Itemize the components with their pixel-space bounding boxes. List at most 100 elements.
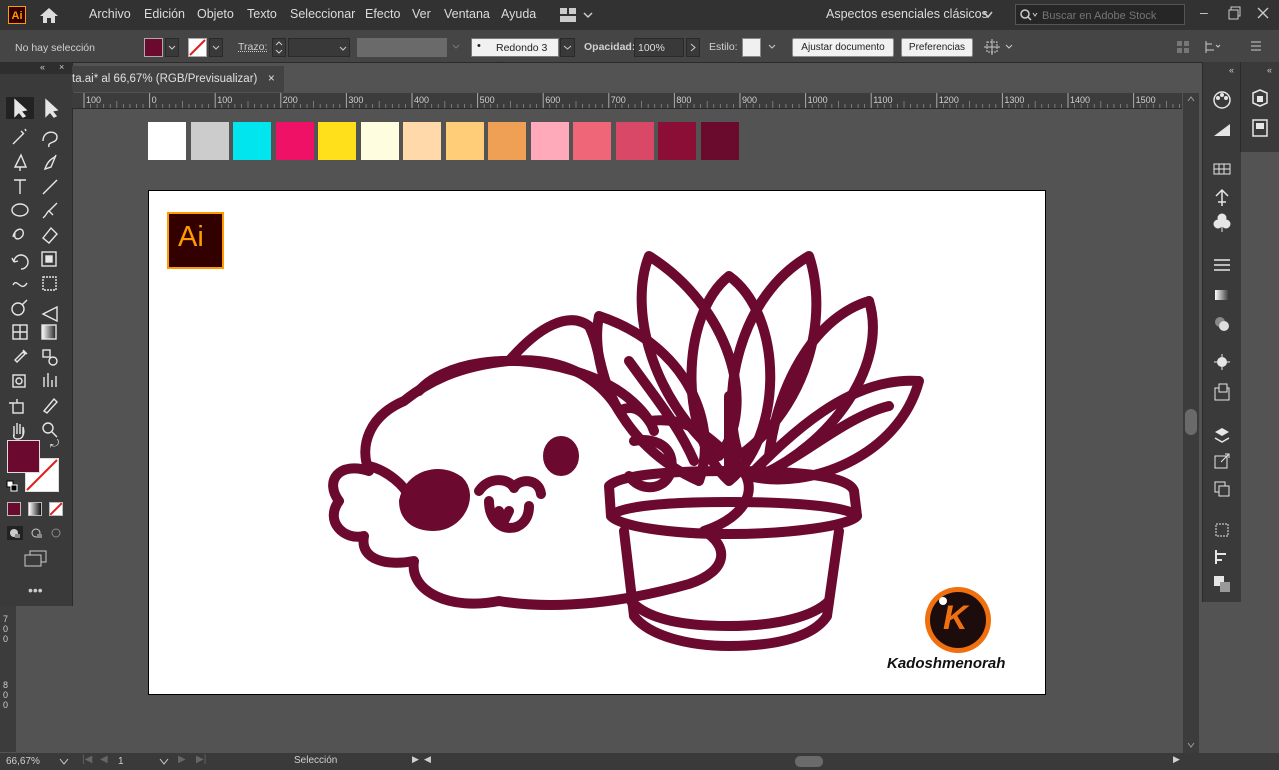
- stroke-label[interactable]: Trazo:: [238, 41, 267, 53]
- scroll-down-icon[interactable]: [1186, 741, 1196, 749]
- chevron-down-icon[interactable]: [766, 40, 778, 54]
- default-colors-icon[interactable]: [6, 480, 18, 492]
- home-icon[interactable]: [38, 6, 60, 24]
- scroll-left-icon[interactable]: ◀: [424, 754, 431, 765]
- graphic-style-swatch[interactable]: [742, 38, 761, 57]
- next-page-icon[interactable]: ▶: [178, 754, 186, 765]
- chevron-down-icon[interactable]: [158, 757, 170, 767]
- minimize-icon[interactable]: –: [1200, 4, 1208, 20]
- stroke-weight-input[interactable]: [288, 38, 350, 57]
- menu-texto[interactable]: Texto: [247, 7, 277, 21]
- color-swatch[interactable]: [360, 122, 399, 160]
- gradient-mode-button[interactable]: [28, 502, 42, 516]
- artboard[interactable]: Ai K Kadoshmenorah: [148, 190, 1046, 695]
- chevron-down-icon[interactable]: [58, 757, 70, 767]
- prev-page-icon[interactable]: ◀: [100, 754, 108, 765]
- ai-logo-text: Ai: [178, 221, 204, 253]
- page-input[interactable]: 1: [116, 755, 156, 769]
- stock-search-input[interactable]: [1040, 7, 1184, 24]
- close-window-icon[interactable]: [1256, 6, 1270, 20]
- scroll-right-icon[interactable]: ▶: [1173, 754, 1180, 765]
- color-swatch[interactable]: [445, 122, 484, 160]
- close-tab-icon[interactable]: ×: [268, 66, 275, 92]
- watermark-letter: K: [943, 599, 968, 637]
- expand-panel-icon[interactable]: «: [1267, 65, 1272, 75]
- menu-ver[interactable]: Ver: [412, 7, 431, 21]
- vruler-tick: 0: [3, 634, 9, 644]
- stroke-dropdown[interactable]: [209, 38, 223, 57]
- collapse-icon[interactable]: «: [40, 62, 45, 72]
- opacity-value: 100%: [638, 42, 665, 54]
- artwork-illustration[interactable]: [309, 216, 949, 656]
- properties-icon[interactable]: [1250, 118, 1270, 138]
- vertical-ruler[interactable]: 7 0 0 8 0 0: [0, 606, 16, 752]
- vertical-scrollbar[interactable]: [1183, 93, 1199, 753]
- color-swatch[interactable]: [233, 122, 271, 160]
- status-menu-icon[interactable]: ▶: [412, 754, 419, 765]
- last-page-icon[interactable]: ▶|: [196, 754, 206, 765]
- opacity-arrow[interactable]: [686, 38, 700, 57]
- color-swatch[interactable]: [615, 122, 654, 160]
- toolbar-header[interactable]: « ×: [0, 62, 72, 74]
- isolate-icon[interactable]: [1204, 40, 1222, 54]
- opacity-label[interactable]: Opacidad:: [584, 41, 635, 53]
- watermark-text: Kadoshmenorah: [887, 655, 1006, 672]
- menu-seleccionar[interactable]: Seleccionar: [290, 7, 355, 21]
- scroll-up-icon[interactable]: [1186, 95, 1196, 103]
- color-swatch[interactable]: [148, 122, 186, 160]
- transform-icon[interactable]: [984, 38, 1018, 56]
- color-swatch[interactable]: [573, 122, 611, 160]
- document-tab[interactable]: ta.ai* al 66,67% (RGB/Previsualizar) ×: [72, 66, 284, 92]
- brush-dropdown[interactable]: [560, 38, 575, 57]
- close-panel-icon[interactable]: ×: [59, 62, 64, 72]
- stroke-color-swatch[interactable]: [188, 38, 207, 57]
- stock-search-box[interactable]: [1015, 4, 1185, 25]
- swap-colors-icon[interactable]: ⤾: [50, 438, 59, 451]
- workspace-switcher[interactable]: Aspectos esenciales clásicos: [826, 7, 988, 21]
- preferences-button[interactable]: Preferencias: [901, 38, 973, 57]
- maximize-icon[interactable]: [1228, 6, 1242, 20]
- menu-ayuda[interactable]: Ayuda: [501, 7, 536, 21]
- fill-dropdown[interactable]: [165, 38, 179, 57]
- none-mode-button[interactable]: [49, 502, 63, 516]
- color-swatch[interactable]: [488, 122, 526, 160]
- libraries-icon[interactable]: [1250, 88, 1270, 108]
- menu-objeto[interactable]: Objeto: [197, 7, 234, 21]
- opacity-input[interactable]: 100%: [634, 38, 684, 57]
- color-swatch[interactable]: [530, 122, 569, 160]
- expand-panel-icon[interactable]: «: [1229, 65, 1234, 75]
- color-swatch[interactable]: [190, 122, 229, 160]
- variable-width-profile[interactable]: [357, 38, 447, 57]
- color-swatch[interactable]: [700, 122, 739, 160]
- fill-color-box[interactable]: [7, 440, 40, 473]
- arrange-documents-icon[interactable]: [560, 7, 596, 23]
- pathfinder-icon[interactable]: [1212, 574, 1232, 594]
- fill-color-swatch[interactable]: [144, 38, 163, 57]
- chevron-down-icon: [168, 45, 176, 50]
- brush-definition[interactable]: • Redondo 3 ...: [471, 38, 559, 66]
- menu-edicion[interactable]: Edición: [144, 7, 185, 21]
- color-swatch[interactable]: [275, 122, 314, 160]
- color-mode-button[interactable]: [7, 502, 21, 516]
- color-swatch[interactable]: [403, 122, 441, 160]
- panel-icons[interactable]: [1212, 90, 1232, 570]
- horizontal-scrollbar-thumb[interactable]: [795, 756, 823, 767]
- menu-ventana[interactable]: Ventana: [444, 7, 490, 21]
- align-grid-icon[interactable]: [1176, 40, 1190, 54]
- color-swatch[interactable]: [658, 122, 696, 160]
- horizontal-ruler[interactable]: 100 0 100 200 300 400 500 600 700 800 900 1000 1100 1…: [72, 93, 1182, 109]
- more-tools-icon[interactable]: •••: [28, 582, 43, 598]
- color-swatch[interactable]: [318, 122, 356, 160]
- document-setup-button[interactable]: Ajustar documento: [792, 38, 894, 57]
- tool-icons[interactable]: [5, 97, 67, 597]
- scrollbar-thumb[interactable]: [1185, 409, 1197, 435]
- zoom-input[interactable]: 66,67%: [4, 755, 56, 769]
- menu-efecto[interactable]: Efecto: [365, 7, 400, 21]
- panel-menu-icon[interactable]: [1250, 40, 1262, 52]
- screen-mode-icon[interactable]: [24, 550, 48, 568]
- first-page-icon[interactable]: |◀: [82, 754, 92, 765]
- draw-mode-icons[interactable]: [6, 525, 66, 541]
- stroke-weight-stepper[interactable]: [272, 38, 286, 57]
- menu-archivo[interactable]: Archivo: [89, 7, 131, 21]
- vruler-tick: 0: [3, 624, 9, 634]
